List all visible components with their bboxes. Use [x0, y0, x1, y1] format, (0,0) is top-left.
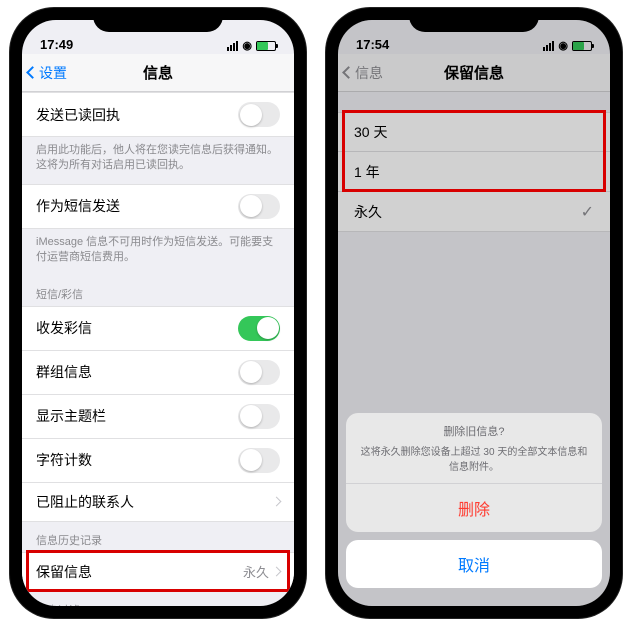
signal-icon — [227, 41, 238, 51]
battery-icon — [256, 41, 276, 51]
row-label: 已阻止的联系人 — [36, 492, 134, 512]
status-time: 17:49 — [40, 37, 73, 52]
screen-right: 17:54 ◉ 信息 保留信息 30 天 1 年 — [338, 20, 610, 606]
back-label: 设置 — [39, 63, 67, 83]
chevron-right-icon — [272, 497, 282, 507]
group-header: 信息历史记录 — [22, 522, 294, 552]
group-header: 信息过滤 — [22, 592, 294, 606]
notch — [93, 8, 223, 32]
row-label: 保留信息 — [36, 562, 92, 582]
chevron-left-icon — [26, 66, 39, 79]
back-button[interactable]: 设置 — [28, 63, 67, 83]
action-sheet-cancel: 取消 — [346, 540, 602, 588]
switch-off[interactable] — [238, 194, 280, 219]
row-label: 字符计数 — [36, 450, 92, 470]
row-subject[interactable]: 显示主题栏 — [22, 395, 294, 439]
sheet-title: 删除旧信息? — [346, 413, 602, 443]
phone-right: 17:54 ◉ 信息 保留信息 30 天 1 年 — [326, 8, 622, 618]
row-label: 群组信息 — [36, 362, 92, 382]
row-label: 显示主题栏 — [36, 406, 106, 426]
sheet-subtitle: 这将永久删除您设备上超过 30 天的全部文本信息和信息附件。 — [346, 443, 602, 483]
switch-off[interactable] — [238, 448, 280, 473]
switch-off[interactable] — [238, 404, 280, 429]
page-title: 信息 — [143, 62, 173, 83]
row-blocked[interactable]: 已阻止的联系人 — [22, 483, 294, 522]
switch-off[interactable] — [238, 360, 280, 385]
row-group-msg[interactable]: 群组信息 — [22, 351, 294, 395]
row-value: 永久 — [243, 562, 269, 581]
screen-left: 17:49 ◉ 设置 信息 发送已读回执 启用此功能后， — [22, 20, 294, 606]
row-read-receipt[interactable]: 发送已读回执 — [22, 92, 294, 137]
row-send-as-sms[interactable]: 作为短信发送 — [22, 184, 294, 229]
row-charcount[interactable]: 字符计数 — [22, 439, 294, 483]
wifi-icon: ◉ — [242, 39, 252, 52]
row-label: 收发彩信 — [36, 318, 92, 338]
action-sheet: 删除旧信息? 这将永久删除您设备上超过 30 天的全部文本信息和信息附件。 删除… — [346, 413, 602, 596]
row-label: 发送已读回执 — [36, 105, 120, 125]
settings-list[interactable]: 发送已读回执 启用此功能后，他人将在您读完信息后获得通知。这将为所有对话启用已读… — [22, 92, 294, 606]
row-label: 作为短信发送 — [36, 196, 120, 216]
row-note: 启用此功能后，他人将在您读完信息后获得通知。这将为所有对话启用已读回执。 — [22, 137, 294, 184]
status-icons: ◉ — [227, 39, 276, 52]
phone-left: 17:49 ◉ 设置 信息 发送已读回执 启用此功能后， — [10, 8, 306, 618]
notch — [409, 8, 539, 32]
group-header: 短信/彩信 — [22, 276, 294, 306]
switch-off[interactable] — [238, 102, 280, 127]
chevron-right-icon — [272, 567, 282, 577]
row-note: iMessage 信息不可用时作为短信发送。可能要支付运营商短信费用。 — [22, 229, 294, 276]
delete-button[interactable]: 删除 — [346, 483, 602, 532]
cancel-button[interactable]: 取消 — [346, 540, 602, 588]
switch-on[interactable] — [238, 316, 280, 341]
action-sheet-body: 删除旧信息? 这将永久删除您设备上超过 30 天的全部文本信息和信息附件。 删除 — [346, 413, 602, 532]
row-mms[interactable]: 收发彩信 — [22, 306, 294, 351]
row-keep-messages[interactable]: 保留信息 永久 — [22, 552, 294, 592]
nav-bar: 设置 信息 — [22, 54, 294, 92]
